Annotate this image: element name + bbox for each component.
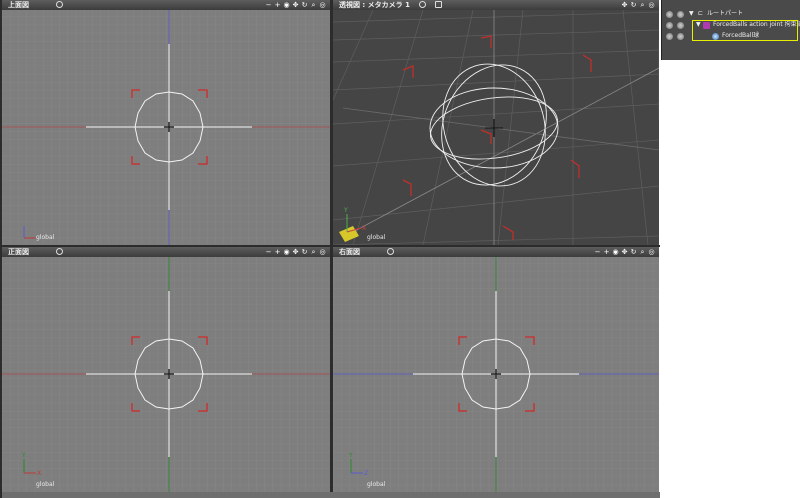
plus-icon[interactable]: +: [603, 247, 610, 257]
rotate-icon[interactable]: ↻: [301, 0, 308, 10]
coordinate-mode-global[interactable]: global: [367, 481, 385, 488]
viewport-top[interactable]: 上面図 − + ◉ ✥ ↻ ⌕ ◎ global: [2, 0, 330, 245]
settings-icon[interactable]: ◎: [319, 0, 326, 10]
viewport-title: 右面図: [339, 248, 360, 256]
visibility-toggle-icon[interactable]: [666, 21, 673, 29]
minus-icon[interactable]: −: [265, 247, 272, 257]
visibility-toggle-icon[interactable]: [666, 10, 673, 18]
part-type-icon: ⊏: [698, 10, 704, 17]
rotate-icon[interactable]: ↻: [630, 0, 637, 10]
scene-right: Y Z: [333, 257, 659, 492]
minus-icon[interactable]: −: [594, 247, 601, 257]
rotate-icon[interactable]: ↻: [301, 247, 308, 257]
viewport-header: 右面図 − + ◉ ✥ ↻ ⌕ ◎: [333, 247, 659, 257]
move-icon[interactable]: ✥: [621, 0, 628, 10]
parts-browser-panel: ▼ ⊏ ルートパート ▼ ForcedBalls action joint 拘束…: [661, 0, 800, 60]
move-icon[interactable]: ✥: [292, 247, 299, 257]
axis-label-y: Y: [343, 207, 348, 214]
expand-triangle-icon[interactable]: ▼: [689, 9, 694, 19]
viewport-header: 正面図 − + ◉ ✥ ↻ ⌕ ◎: [2, 247, 330, 257]
zoom-icon[interactable]: ⌕: [639, 247, 646, 257]
zoom-icon[interactable]: ⌕: [310, 247, 317, 257]
move-icon[interactable]: ✥: [292, 0, 299, 10]
plus-icon[interactable]: +: [274, 247, 281, 257]
lock-toggle-icon[interactable]: [677, 21, 684, 29]
lock-toggle-icon[interactable]: [677, 10, 684, 18]
axis-label-x: X: [37, 470, 41, 477]
camera-icon[interactable]: ◉: [612, 247, 619, 257]
viewport-title: 上面図: [8, 1, 29, 9]
viewport-front[interactable]: 正面図 − + ◉ ✥ ↻ ⌕ ◎ Y X global: [2, 247, 330, 492]
viewport-title: 透視図 : メタカメラ 1: [339, 1, 410, 9]
zoom-icon[interactable]: ⌕: [639, 0, 646, 10]
view-gadget-icon[interactable]: [387, 248, 394, 255]
viewport-toolbar: − + ◉ ✥ ↻ ⌕ ◎: [594, 247, 655, 257]
selection-highlight: [692, 20, 798, 41]
plus-icon[interactable]: +: [274, 0, 281, 10]
settings-icon[interactable]: ◎: [648, 247, 655, 257]
zoom-icon[interactable]: ⌕: [310, 0, 317, 10]
viewport-toolbar: − + ◉ ✥ ↻ ⌕ ◎: [265, 0, 326, 10]
viewport-title: 正面図: [8, 248, 29, 256]
coordinate-mode-global[interactable]: global: [367, 234, 385, 241]
camera-icon[interactable]: ◉: [283, 0, 290, 10]
coordinate-mode-global[interactable]: global: [36, 234, 54, 241]
axis-label-x: X: [362, 225, 366, 232]
visibility-toggle-icon[interactable]: [666, 32, 673, 40]
axis-gizmo-plane: [339, 226, 359, 242]
viewport-toolbar: − + ◉ ✥ ↻ ⌕ ◎: [265, 247, 326, 257]
view-gadget-icon[interactable]: [419, 1, 426, 8]
tree-row-root[interactable]: ▼ ⊏ ルートパート: [662, 9, 800, 19]
viewport-toolbar: ✥ ↻ ⌕ ◎: [621, 0, 655, 10]
view-gadget-icon[interactable]: [56, 248, 63, 255]
scene-top: [2, 10, 330, 245]
settings-icon[interactable]: ◎: [648, 0, 655, 10]
axis-label-y: Y: [21, 452, 26, 459]
move-icon[interactable]: ✥: [621, 247, 628, 257]
lock-toggle-icon[interactable]: [677, 32, 684, 40]
camera-icon[interactable]: ◉: [283, 247, 290, 257]
minus-icon[interactable]: −: [265, 0, 272, 10]
view-gadget-icon[interactable]: [56, 1, 63, 8]
axis-label-z: Z: [364, 470, 368, 477]
viewport-header: 上面図 − + ◉ ✥ ↻ ⌕ ◎: [2, 0, 330, 10]
viewport-perspective[interactable]: 透視図 : メタカメラ 1 ✥ ↻ ⌕ ◎ Y X global: [333, 0, 659, 245]
rotate-icon[interactable]: ↻: [630, 247, 637, 257]
coordinate-mode-global[interactable]: global: [36, 481, 54, 488]
axis-label-y: Y: [348, 452, 353, 459]
viewport-header: 透視図 : メタカメラ 1 ✥ ↻ ⌕ ◎: [333, 0, 659, 10]
settings-icon[interactable]: ◎: [319, 247, 326, 257]
camera-select-icon[interactable]: [435, 1, 442, 8]
viewport-right[interactable]: 右面図 − + ◉ ✥ ↻ ⌕ ◎ Y Z global: [333, 247, 659, 492]
tree-label: ルートパート: [707, 10, 744, 17]
scene-perspective: Y X: [333, 9, 659, 245]
scene-front: Y X: [2, 257, 330, 492]
status-strip: [0, 492, 660, 498]
